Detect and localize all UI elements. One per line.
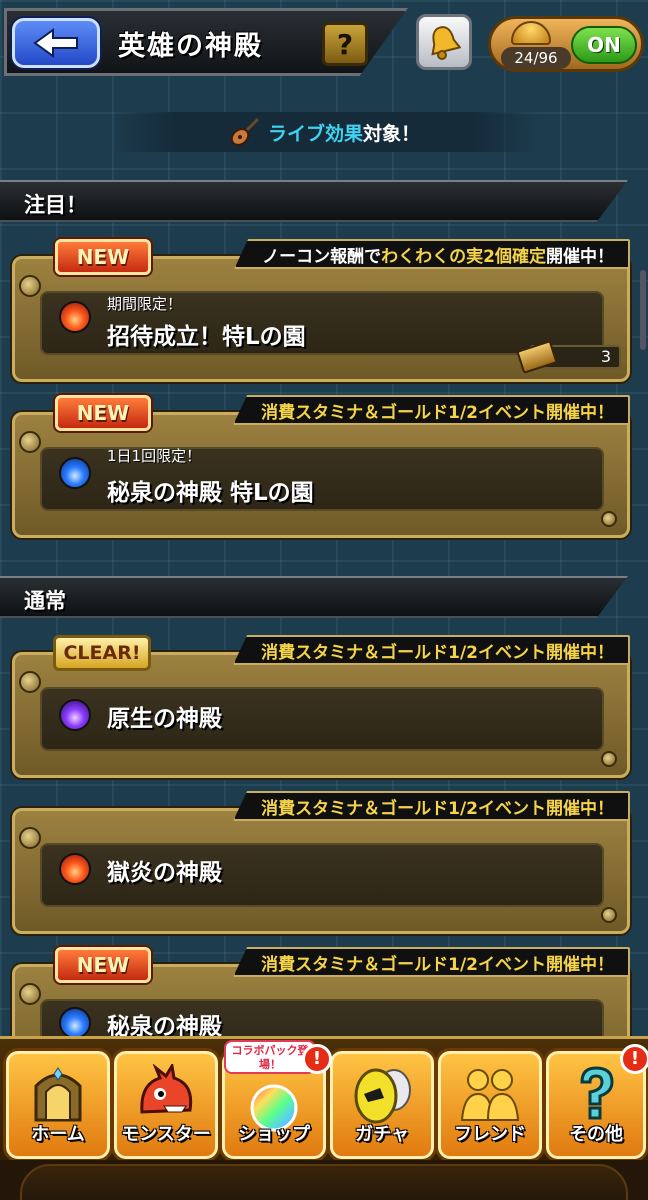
dark-element-icon <box>59 699 91 731</box>
event-banner: 消費スタミナ＆ゴールド1/2イベント開催中！ <box>233 635 630 665</box>
event-text: 消費スタミナ＆ゴールド1/2イベント開催中！ <box>261 798 614 819</box>
quest-card[interactable]: NEW ノーコン報酬で わくわくの実2個確定 開催中！ 期間限定！ 招待成立！特… <box>12 239 630 382</box>
scrollbar[interactable] <box>640 270 646 350</box>
nav-monster-button[interactable]: モンスター <box>114 1051 218 1159</box>
rivet-decoration <box>601 511 617 527</box>
gacha-egg-icon <box>354 1068 411 1124</box>
new-badge: NEW <box>55 239 151 275</box>
nav-label: ホーム <box>31 1124 85 1145</box>
live-effect-label: ライブ効果 <box>267 122 363 145</box>
water-element-icon <box>59 457 91 489</box>
quest-name: 獄炎の神殿 <box>107 860 222 886</box>
section-title: 注目！ <box>24 193 87 217</box>
section-header-featured: 注目！ <box>0 180 628 222</box>
quest-sub-label: 期間限定！ <box>107 295 183 313</box>
nav-gacha-button[interactable]: ガチャ <box>330 1051 434 1159</box>
rivet-decoration <box>19 671 41 693</box>
nav-label: ショップ <box>238 1124 310 1145</box>
quest-sub-label: 1日1回限定！ <box>107 447 202 465</box>
rivet-decoration <box>601 751 617 767</box>
event-text-highlight: わくわくの実2個確定 <box>381 246 546 267</box>
water-element-icon <box>59 1007 91 1039</box>
quest-card[interactable]: 消費スタミナ＆ゴールド1/2イベント開催中！ 獄炎の神殿 <box>12 791 630 934</box>
stamina-count: 24/96 <box>501 47 571 69</box>
nav-label: モンスター <box>121 1124 211 1145</box>
other-alert-badge: ! <box>620 1044 648 1074</box>
quest-name: 招待成立！特Lの園 <box>107 324 306 350</box>
event-banner: ノーコン報酬で わくわくの実2個確定 開催中！ <box>234 239 630 269</box>
ticket-count: 3 <box>600 347 611 366</box>
live-effect-suffix: 対象！ <box>363 122 421 145</box>
monster-icon <box>140 1064 193 1114</box>
rivet-decoration <box>19 431 41 453</box>
notification-bell-button[interactable] <box>416 14 472 70</box>
event-text: 開催中！ <box>546 246 614 267</box>
stamina-helmet-icon <box>511 21 551 45</box>
rivet-decoration <box>601 907 617 923</box>
event-text: ノーコン報酬で <box>262 246 382 267</box>
fire-element-icon <box>59 853 91 885</box>
bell-icon <box>431 26 461 60</box>
help-button[interactable]: ? <box>322 22 368 66</box>
quest-name: 秘泉の神殿 特Lの園 <box>107 480 314 506</box>
home-gate-icon <box>34 1067 82 1122</box>
quest-card[interactable]: CLEAR! 消費スタミナ＆ゴールド1/2イベント開催中！ 原生の神殿 <box>12 635 630 778</box>
rivet-decoration <box>19 827 41 849</box>
nav-home-button[interactable]: ホーム <box>6 1051 110 1159</box>
question-mark-icon <box>580 1066 614 1120</box>
page-title: 英雄の神殿 <box>118 31 263 62</box>
ticket-counter: 3 <box>516 340 621 374</box>
event-text: 消費スタミナ＆ゴールド1/2イベント開催中！ <box>261 402 614 423</box>
section-header-normal: 通常 <box>0 576 628 618</box>
on-toggle[interactable]: ON <box>571 26 637 64</box>
quest-card[interactable]: NEW 消費スタミナ＆ゴールド1/2イベント開催中！ 1日1回限定！ 秘泉の神殿… <box>12 395 630 538</box>
live-effect-banner: ライブ効果 対象！ <box>110 112 540 152</box>
clear-badge: CLEAR! <box>53 635 151 671</box>
shop-alert-badge: ! <box>302 1044 332 1074</box>
bottom-frame-decoration <box>20 1164 628 1200</box>
new-badge: NEW <box>55 947 151 983</box>
stamina-gauge[interactable]: 24/96 ON <box>488 16 644 72</box>
rivet-decoration <box>19 983 41 1005</box>
back-button[interactable] <box>12 18 100 68</box>
rivet-decoration <box>19 275 41 297</box>
fire-element-icon <box>59 301 91 333</box>
guitar-icon <box>230 117 260 146</box>
nav-label: その他 <box>569 1124 623 1145</box>
event-banner: 消費スタミナ＆ゴールド1/2イベント開催中！ <box>233 395 630 425</box>
event-banner: 消費スタミナ＆ゴールド1/2イベント開催中！ <box>233 791 630 821</box>
nav-label: ガチャ <box>355 1124 409 1145</box>
friends-icon <box>460 1069 520 1121</box>
back-arrow-icon <box>33 28 78 58</box>
section-title: 通常 <box>24 589 66 613</box>
new-badge: NEW <box>55 395 151 431</box>
event-banner: 消費スタミナ＆ゴールド1/2イベント開催中！ <box>233 947 630 977</box>
top-bar: 英雄の神殿 ? 24/96 ON <box>0 0 648 82</box>
quest-name: 原生の神殿 <box>107 706 222 732</box>
event-text: 消費スタミナ＆ゴールド1/2イベント開催中！ <box>261 642 614 663</box>
nav-friend-button[interactable]: フレンド <box>438 1051 542 1159</box>
event-text: 消費スタミナ＆ゴールド1/2イベント開催中！ <box>261 954 614 975</box>
nav-label: フレンド <box>454 1124 526 1145</box>
